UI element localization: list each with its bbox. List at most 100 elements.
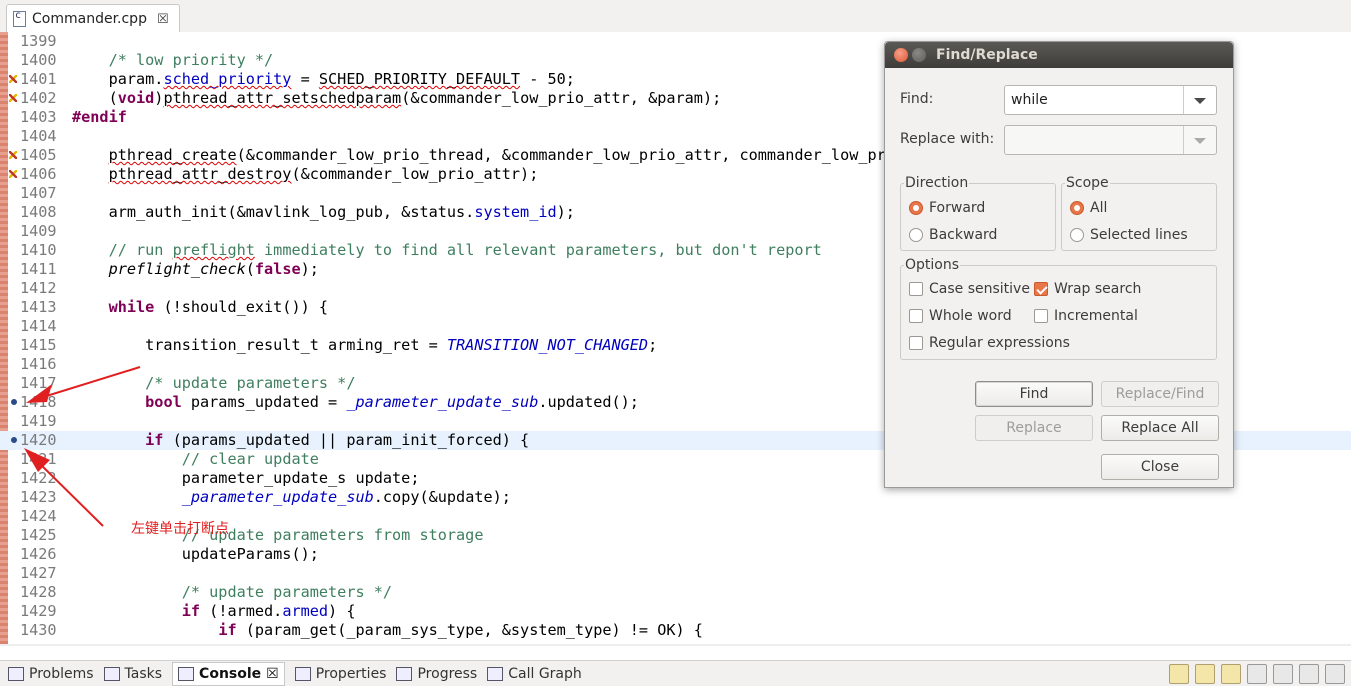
code-line[interactable]: 1426 updateParams();: [0, 545, 1351, 564]
regex-check-icon[interactable]: [909, 336, 923, 350]
line-number[interactable]: 1407: [20, 184, 64, 203]
incremental-checkbox[interactable]: Incremental: [1034, 308, 1138, 324]
line-code[interactable]: parameter_update_s update;: [72, 469, 420, 488]
replace-dropdown-icon[interactable]: [1183, 126, 1216, 154]
error-marker-icon[interactable]: [9, 151, 17, 159]
code-line[interactable]: 1429 if (!armed.armed) {: [0, 602, 1351, 621]
breakpoint-icon[interactable]: [11, 437, 17, 443]
wrap-search-check-icon[interactable]: [1034, 282, 1048, 296]
window-minimize-icon[interactable]: [912, 48, 926, 62]
line-number[interactable]: 1402: [20, 89, 64, 108]
editor-tab-commander[interactable]: Commander.cpp ☒: [6, 4, 180, 33]
line-number[interactable]: 1405: [20, 146, 64, 165]
line-code[interactable]: /* update parameters */: [72, 374, 355, 393]
line-code[interactable]: transition_result_t arming_ret = TRANSIT…: [72, 336, 657, 355]
line-code[interactable]: // clear update: [72, 450, 319, 469]
line-code[interactable]: /* low priority */: [72, 51, 274, 70]
view-tab-call-graph[interactable]: Call Graph: [487, 666, 582, 682]
line-number[interactable]: 1413: [20, 298, 64, 317]
scope-all-radio[interactable]: All: [1070, 200, 1107, 216]
forward-radio[interactable]: Forward: [909, 200, 985, 216]
scope-all-radio-icon[interactable]: [1070, 201, 1084, 215]
error-marker-icon[interactable]: [9, 170, 17, 178]
line-code[interactable]: updateParams();: [72, 545, 319, 564]
line-code[interactable]: preflight_check(false);: [72, 260, 319, 279]
view-tab-problems[interactable]: Problems: [8, 666, 94, 682]
replace-combo[interactable]: [1004, 125, 1217, 155]
view-tab-progress[interactable]: Progress: [396, 666, 477, 682]
prev-icon[interactable]: [1195, 664, 1215, 684]
wrap-search-checkbox[interactable]: Wrap search: [1034, 281, 1141, 297]
replace-find-button[interactable]: Replace/Find: [1101, 381, 1219, 407]
case-sensitive-checkbox[interactable]: Case sensitive: [909, 281, 1030, 297]
backward-radio[interactable]: Backward: [909, 227, 997, 243]
line-number[interactable]: 1410: [20, 241, 64, 260]
line-code[interactable]: (void)pthread_attr_setschedparam(&comman…: [72, 89, 722, 108]
line-code[interactable]: bool params_updated = _parameter_update_…: [72, 393, 639, 412]
find-button[interactable]: Find: [975, 381, 1093, 407]
line-number[interactable]: 1404: [20, 127, 64, 146]
line-code[interactable]: // run preflight immediately to find all…: [72, 241, 822, 260]
code-line[interactable]: 1430 if (param_get(_param_sys_type, &sys…: [0, 621, 1351, 640]
display-console-icon[interactable]: [1247, 664, 1267, 684]
line-number[interactable]: 1409: [20, 222, 64, 241]
forward-radio-icon[interactable]: [909, 201, 923, 215]
close-button[interactable]: Close: [1101, 454, 1219, 480]
line-number[interactable]: 1415: [20, 336, 64, 355]
view-tab-console[interactable]: Console ☒: [172, 662, 285, 686]
line-number[interactable]: 1421: [20, 450, 64, 469]
line-code[interactable]: if (param_get(_param_sys_type, &system_t…: [72, 621, 703, 640]
horizontal-scrollbar[interactable]: [0, 644, 1351, 646]
error-marker-icon[interactable]: [9, 75, 17, 83]
line-number[interactable]: 1420: [20, 431, 64, 450]
line-number[interactable]: 1430: [20, 621, 64, 640]
scroll-lock-icon[interactable]: [1169, 664, 1189, 684]
line-number[interactable]: 1423: [20, 488, 64, 507]
line-number[interactable]: 1422: [20, 469, 64, 488]
line-code[interactable]: arm_auth_init(&mavlink_log_pub, &status.…: [72, 203, 575, 222]
line-number[interactable]: 1425: [20, 526, 64, 545]
line-number[interactable]: 1428: [20, 583, 64, 602]
incremental-check-icon[interactable]: [1034, 309, 1048, 323]
backward-radio-icon[interactable]: [909, 228, 923, 242]
line-number[interactable]: 1408: [20, 203, 64, 222]
code-line[interactable]: 1427: [0, 564, 1351, 583]
line-number[interactable]: 1426: [20, 545, 64, 564]
line-number[interactable]: 1411: [20, 260, 64, 279]
line-number[interactable]: 1427: [20, 564, 64, 583]
line-number[interactable]: 1419: [20, 412, 64, 431]
line-number[interactable]: 1417: [20, 374, 64, 393]
regex-checkbox[interactable]: Regular expressions: [909, 335, 1070, 351]
minimize-view-icon[interactable]: [1325, 664, 1345, 684]
close-view-icon[interactable]: ☒: [266, 666, 279, 682]
error-marker-icon[interactable]: [9, 94, 17, 102]
line-number[interactable]: 1429: [20, 602, 64, 621]
line-number[interactable]: 1401: [20, 70, 64, 89]
whole-word-check-icon[interactable]: [909, 309, 923, 323]
line-number[interactable]: 1416: [20, 355, 64, 374]
line-code[interactable]: if (params_updated || param_init_forced)…: [72, 431, 529, 450]
view-menu-icon[interactable]: [1299, 664, 1319, 684]
view-tab-properties[interactable]: Properties: [294, 666, 386, 682]
line-number[interactable]: 1406: [20, 165, 64, 184]
line-code[interactable]: pthread_attr_destroy(&commander_low_prio…: [72, 165, 539, 184]
scope-selected-lines-radio-icon[interactable]: [1070, 228, 1084, 242]
view-tab-tasks[interactable]: Tasks: [103, 666, 162, 682]
window-close-icon[interactable]: [894, 48, 908, 62]
line-number[interactable]: 1403: [20, 108, 64, 127]
breakpoint-icon[interactable]: [11, 399, 17, 405]
replace-all-button[interactable]: Replace All: [1101, 415, 1219, 441]
line-number[interactable]: 1399: [20, 32, 64, 51]
case-sensitive-check-icon[interactable]: [909, 282, 923, 296]
dialog-titlebar[interactable]: Find/Replace: [885, 42, 1233, 68]
line-code[interactable]: #endif: [72, 108, 127, 127]
find-dropdown-icon[interactable]: [1183, 86, 1216, 114]
find-combo[interactable]: while: [1004, 85, 1217, 115]
line-code[interactable]: while (!should_exit()) {: [72, 298, 328, 317]
close-tab-icon[interactable]: ☒: [157, 12, 169, 27]
scope-selected-lines-radio[interactable]: Selected lines: [1070, 227, 1188, 243]
line-code[interactable]: if (!armed.armed) {: [72, 602, 356, 621]
line-number[interactable]: 1412: [20, 279, 64, 298]
code-line[interactable]: 1423 _parameter_update_sub.copy(&update)…: [0, 488, 1351, 507]
find-input[interactable]: while: [1011, 92, 1048, 108]
